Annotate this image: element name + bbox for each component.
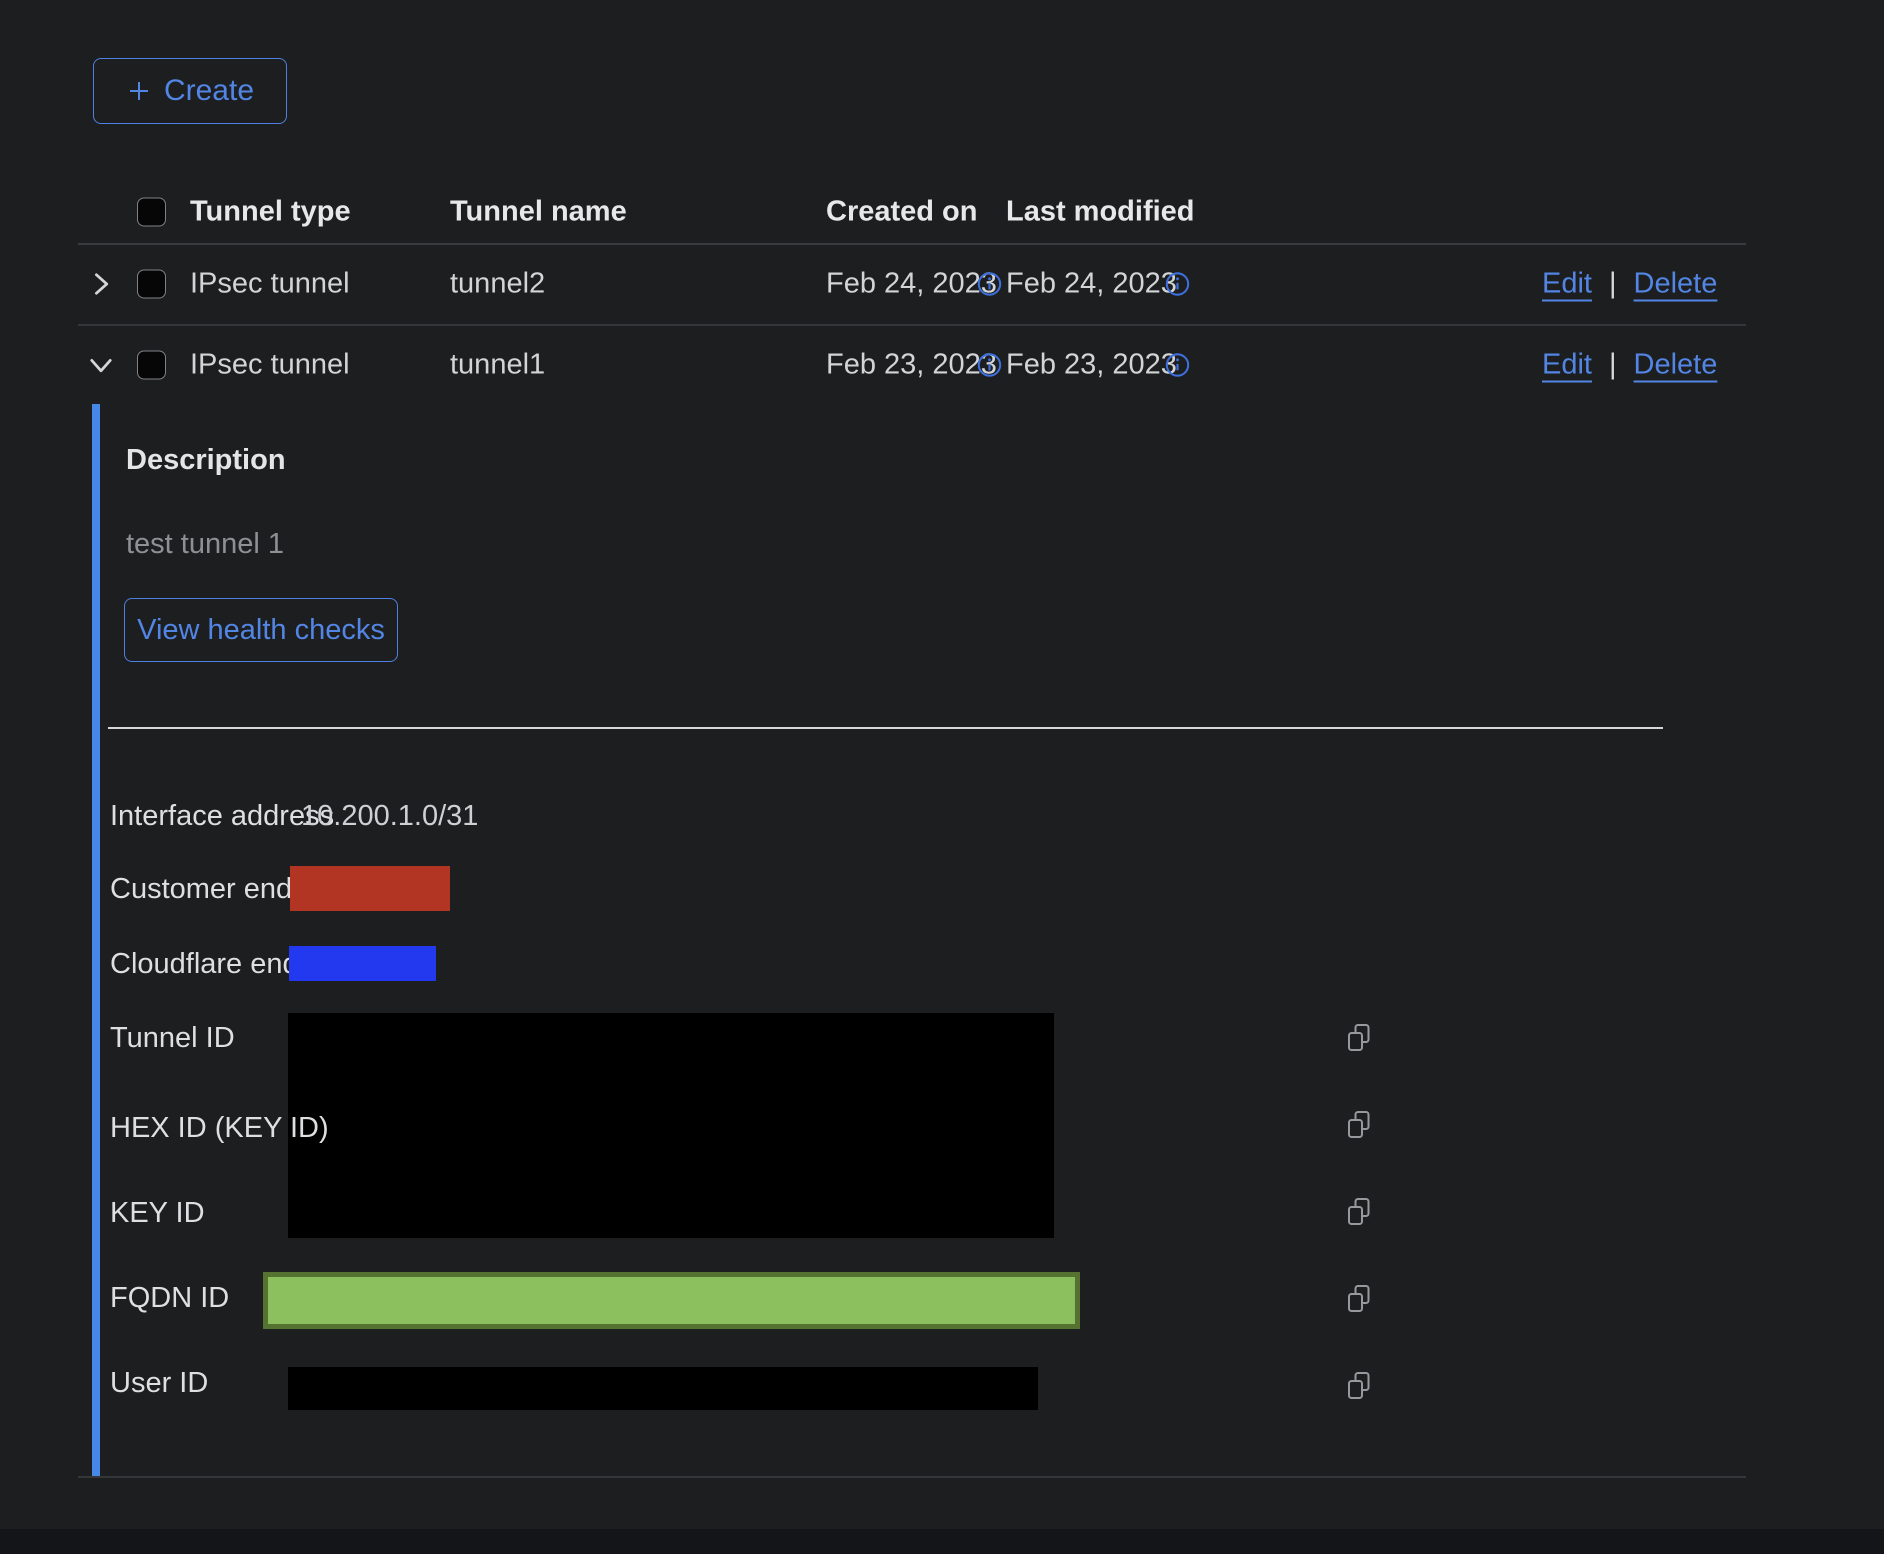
- table-row-tunnel1: IPsec tunnel tunnel1 Feb 23, 2023 Feb 23…: [78, 326, 1746, 404]
- panel-divider: [108, 727, 1663, 729]
- cell-created-on: Feb 23, 2023: [826, 349, 997, 382]
- delete-link[interactable]: Delete: [1634, 267, 1718, 300]
- view-health-checks-label: View health checks: [137, 614, 385, 647]
- cell-tunnel-name: tunnel2: [450, 267, 545, 300]
- create-button-label: Create: [164, 74, 254, 108]
- copy-icon[interactable]: [1346, 1197, 1372, 1227]
- row-checkbox[interactable]: [137, 269, 166, 298]
- row-actions: Edit | Delete: [1542, 267, 1717, 300]
- plus-icon: [126, 78, 152, 104]
- cell-created-on: Feb 24, 2023: [826, 267, 997, 300]
- delete-link[interactable]: Delete: [1634, 349, 1718, 382]
- copy-icon[interactable]: [1346, 1023, 1372, 1053]
- copy-icon[interactable]: [1346, 1371, 1372, 1401]
- copy-icon[interactable]: [1346, 1284, 1372, 1314]
- redacted-user-id-value: [288, 1367, 1038, 1410]
- select-all-checkbox[interactable]: [137, 198, 166, 227]
- cell-tunnel-type: IPsec tunnel: [190, 349, 350, 382]
- cell-tunnel-name: tunnel1: [450, 349, 545, 382]
- info-icon[interactable]: [1164, 270, 1191, 297]
- edit-link[interactable]: Edit: [1542, 267, 1592, 300]
- expansion-accent-bar: [92, 404, 100, 1477]
- cell-last-modified: Feb 24, 2023: [1006, 267, 1177, 300]
- row-checkbox[interactable]: [137, 351, 166, 380]
- copy-icon[interactable]: [1346, 1110, 1372, 1140]
- ipsec-tunnels-page: Create Tunnel type Tunnel name Created o…: [0, 0, 1884, 1554]
- actions-separator: |: [1609, 349, 1617, 382]
- detail-label-tunnel-id: Tunnel ID: [110, 1022, 235, 1055]
- edit-link[interactable]: Edit: [1542, 349, 1592, 382]
- detail-label-user-id: User ID: [110, 1367, 208, 1400]
- description-label: Description: [126, 444, 286, 477]
- actions-separator: |: [1609, 267, 1617, 300]
- chevron-down-icon[interactable]: [86, 350, 116, 380]
- column-header-tunnel-type: Tunnel type: [190, 196, 351, 229]
- create-button[interactable]: Create: [93, 58, 287, 124]
- redacted-fqdn-id-value: [263, 1272, 1080, 1329]
- chevron-right-icon[interactable]: [86, 269, 116, 299]
- view-health-checks-button[interactable]: View health checks: [124, 598, 398, 662]
- detail-label-hex-id-key-id: HEX ID (KEY ID): [110, 1112, 329, 1145]
- redacted-customer-endpoint-value: [290, 866, 450, 911]
- info-icon[interactable]: [1164, 352, 1191, 379]
- row-actions: Edit | Delete: [1542, 349, 1717, 382]
- info-icon[interactable]: [976, 352, 1003, 379]
- table-header-row: Tunnel type Tunnel name Created on Last …: [78, 181, 1746, 245]
- column-header-last-modified: Last modified: [1006, 196, 1195, 229]
- detail-label-key-id: KEY ID: [110, 1197, 205, 1230]
- page-bottom-edge: [0, 1529, 1884, 1554]
- column-header-tunnel-name: Tunnel name: [450, 196, 627, 229]
- redacted-tunnel-id-hex-id-key-id-values: [288, 1013, 1054, 1238]
- info-icon[interactable]: [976, 270, 1003, 297]
- redacted-cloudflare-endpoint-value: [289, 946, 436, 981]
- description-value: test tunnel 1: [126, 528, 284, 561]
- table-row-tunnel2: IPsec tunnel tunnel2 Feb 24, 2023 Feb 24…: [78, 243, 1746, 326]
- panel-bottom-divider: [78, 1476, 1746, 1478]
- detail-label-fqdn-id: FQDN ID: [110, 1282, 229, 1315]
- detail-value-interface-address: 10.200.1.0/31: [301, 800, 478, 833]
- cell-tunnel-type: IPsec tunnel: [190, 267, 350, 300]
- cell-last-modified: Feb 23, 2023: [1006, 349, 1177, 382]
- column-header-created-on: Created on: [826, 196, 977, 229]
